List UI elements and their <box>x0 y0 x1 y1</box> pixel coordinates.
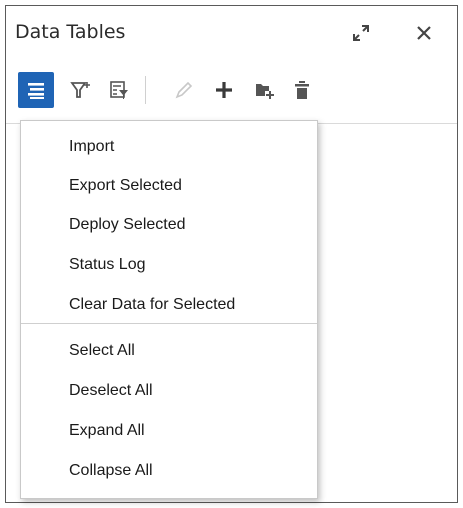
menu-item-select-all[interactable]: Select All <box>21 332 317 370</box>
dropdown-menu: Import Export Selected Deploy Selected S… <box>20 120 318 499</box>
add-plus-icon[interactable] <box>206 72 242 108</box>
column-filter-icon[interactable] <box>101 72 137 108</box>
menu-item-status-log[interactable]: Status Log <box>21 246 317 284</box>
close-icon[interactable] <box>412 21 436 45</box>
panel-title: Data Tables <box>15 21 126 43</box>
menu-item-deploy-selected[interactable]: Deploy Selected <box>21 206 317 244</box>
menu-divider <box>21 323 317 324</box>
menu-item-export-selected[interactable]: Export Selected <box>21 167 317 205</box>
panel-titlebar: Data Tables <box>6 6 457 61</box>
menu-item-expand-all[interactable]: Expand All <box>21 412 317 450</box>
expand-arrows-icon[interactable] <box>349 21 373 45</box>
panel-toolbar <box>6 64 457 124</box>
toolbar-separator <box>145 76 146 104</box>
edit-pencil-icon[interactable] <box>166 72 202 108</box>
add-folder-icon[interactable] <box>246 72 282 108</box>
delete-trash-icon[interactable] <box>284 72 320 108</box>
data-tables-panel: Data Tables Import Export Selected Deplo… <box>5 5 458 503</box>
menu-item-deselect-all[interactable]: Deselect All <box>21 372 317 410</box>
menu-item-import[interactable]: Import <box>21 128 317 166</box>
menu-item-collapse-all[interactable]: Collapse All <box>21 452 317 490</box>
filter-icon[interactable] <box>63 72 99 108</box>
menu-icon[interactable] <box>18 72 54 108</box>
menu-item-clear-data[interactable]: Clear Data for Selected <box>21 286 317 324</box>
